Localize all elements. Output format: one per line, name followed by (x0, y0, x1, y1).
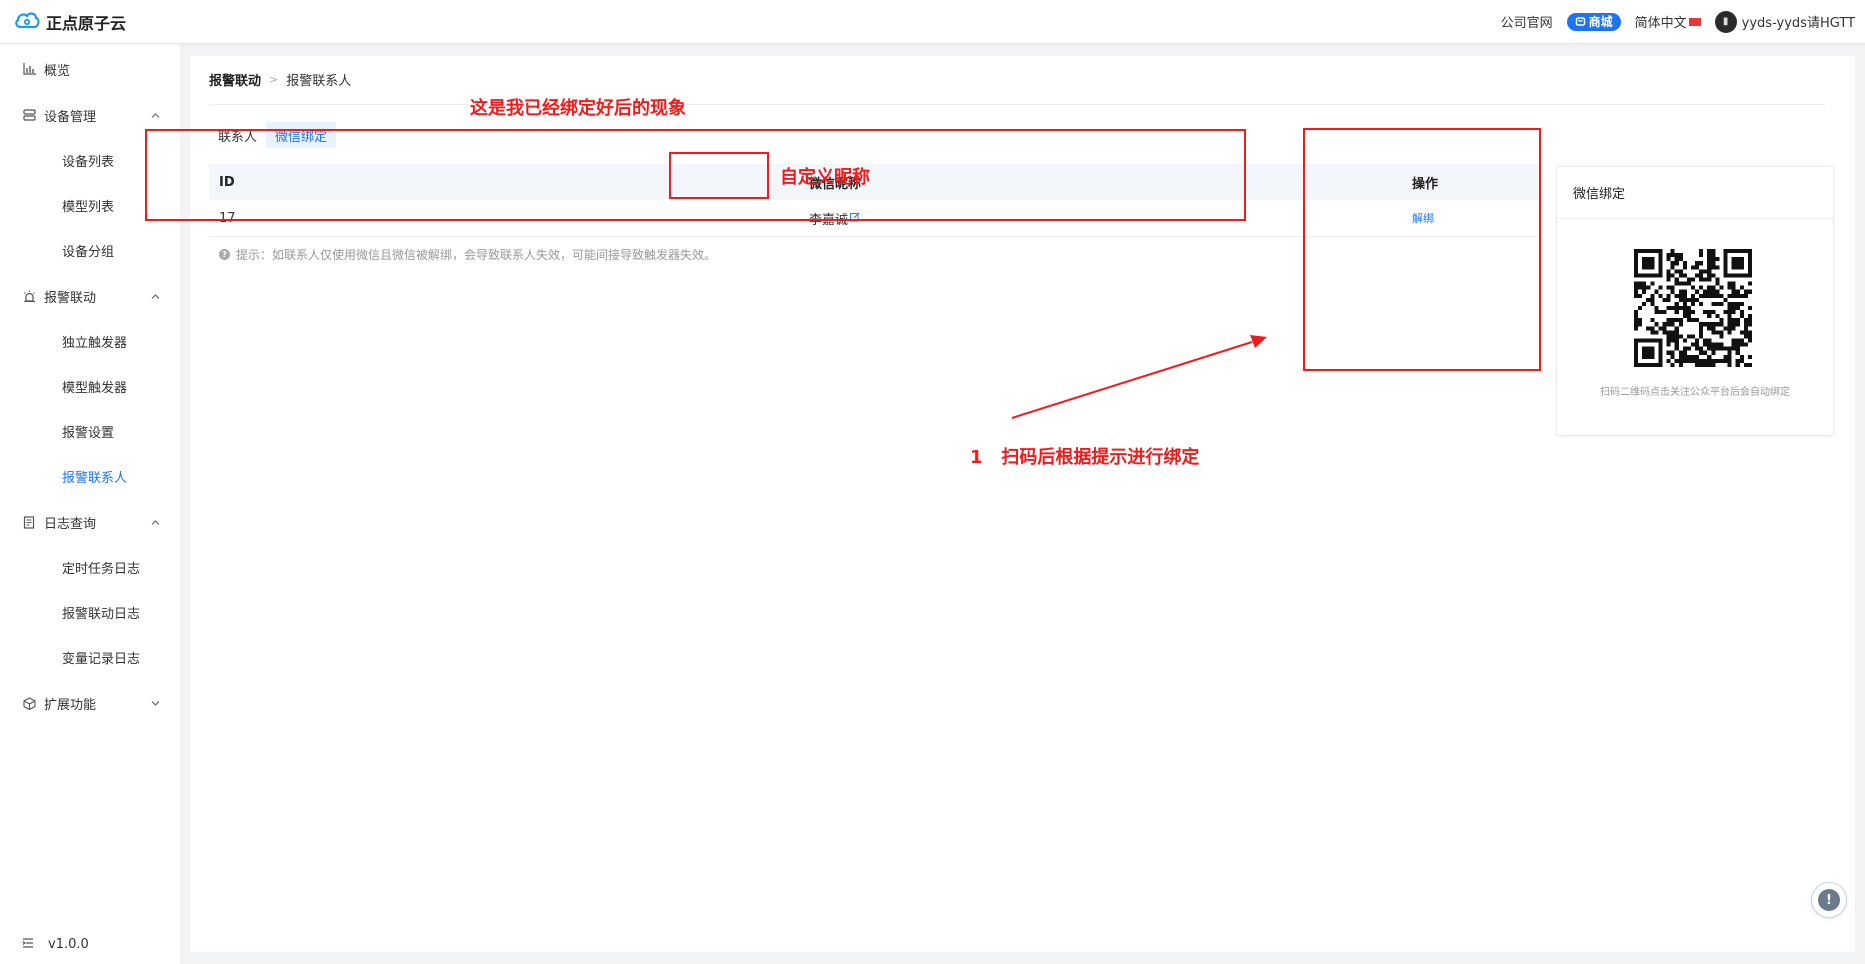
cell-action: 解绑 (1409, 210, 1539, 226)
wechat-bind-card: 微信绑定 扫码二维码点击关注公众平台后会自动绑定 (1556, 166, 1834, 436)
username: yyds-yyds请HGTT (1741, 16, 1855, 31)
breadcrumb-separator-icon: > (269, 73, 279, 86)
cell-id: 17 (219, 210, 236, 226)
sidebar-item-alarm-log[interactable]: 报警联动日志 (0, 590, 180, 635)
sidebar-item-independent-trigger[interactable]: 独立触发器 (0, 319, 180, 364)
breadcrumb: 报警联动 > 报警联系人 (209, 70, 351, 89)
sidebar-group-alarm[interactable]: 报警联动 (0, 273, 180, 319)
question-icon: ? (219, 249, 230, 260)
help-button[interactable]: ! (1811, 882, 1847, 918)
sidebar-item-alarm-settings[interactable]: 报警设置 (0, 409, 180, 454)
chevron-up-icon (151, 289, 160, 304)
annotation-scan-note: 1 扫码后根据提示进行绑定 (970, 447, 1200, 468)
table-header: ID 微信昵称 操作 (209, 164, 1539, 200)
tab-wechat-bind[interactable]: 微信绑定 (266, 122, 337, 148)
shop-button[interactable]: 商城 (1566, 12, 1621, 31)
sidebar-item-var-log[interactable]: 变量记录日志 (0, 635, 180, 680)
sidebar: 概览 设备管理 设备列表 模型列表 设备分组 报警联动 独立触发器 模型触发器 … (0, 44, 180, 964)
edit-icon[interactable] (850, 212, 860, 225)
sidebar-group-extensions[interactable]: 扩展功能 (0, 680, 180, 726)
chevron-down-icon (151, 696, 160, 711)
china-flag-icon (1688, 17, 1701, 26)
sidebar-group-device-mgmt[interactable]: 设备管理 (0, 92, 180, 138)
language-label: 简体中文 (1634, 16, 1687, 31)
sidebar-item-model-list[interactable]: 模型列表 (0, 183, 180, 228)
wechat-card-caption: 扫码二维码点击关注公众平台后会自动绑定 (1600, 387, 1790, 398)
sidebar-item-device-list[interactable]: 设备列表 (0, 138, 180, 183)
wechat-card-title: 微信绑定 (1557, 167, 1833, 219)
sidebar-item-overview[interactable]: 概览 (0, 46, 180, 92)
annotation-bound-note: 这是我已经绑定好后的现象 (470, 98, 686, 119)
annotation-nickname-note: 自定义昵称 (780, 167, 870, 188)
user-menu[interactable]: ▮ yyds-yyds请HGTT (1714, 10, 1855, 33)
divider (209, 104, 1825, 105)
sidebar-label: 扩展功能 (44, 697, 97, 713)
table-row: 17 李嘉诚 解绑 (209, 200, 1539, 237)
column-header-action: 操作 (1412, 176, 1439, 192)
top-header: 正点原子云 公司官网 商城 简体中文 ▮ yyds-yyds请HGTT (0, 0, 1865, 44)
breadcrumb-contacts: 报警联系人 (286, 74, 352, 89)
info-icon: ! (1818, 889, 1840, 911)
server-icon (22, 108, 36, 122)
collapse-menu-icon[interactable] (22, 937, 34, 952)
company-site-link[interactable]: 公司官网 (1501, 12, 1553, 31)
brand[interactable]: 正点原子云 (14, 10, 126, 34)
sidebar-label: 概览 (44, 63, 71, 79)
cell-nickname: 李嘉诚 (809, 209, 1409, 228)
alarm-icon (22, 289, 36, 303)
bar-chart-icon (22, 62, 36, 76)
version-bar: v1.0.0 (22, 937, 89, 952)
sidebar-item-task-log[interactable]: 定时任务日志 (0, 545, 180, 590)
nickname-text: 李嘉诚 (809, 212, 849, 228)
chevron-up-icon (151, 515, 160, 530)
log-icon (22, 515, 36, 529)
tab-contacts[interactable]: 联系人 (209, 122, 266, 148)
breadcrumb-alarm[interactable]: 报警联动 (209, 70, 261, 89)
brand-name: 正点原子云 (46, 13, 127, 33)
wechat-bind-table: ID 微信昵称 操作 17 李嘉诚 解绑 (209, 164, 1539, 237)
shop-bag-icon (1575, 15, 1586, 29)
sidebar-item-model-trigger[interactable]: 模型触发器 (0, 364, 180, 409)
sidebar-item-alarm-contacts[interactable]: 报警联系人 (0, 454, 180, 499)
main-content: 报警联动 > 报警联系人 联系人 微信绑定 ID 微信昵称 操作 17 李嘉诚 … (190, 56, 1855, 952)
avatar: ▮ (1714, 10, 1737, 33)
column-header-id: ID (219, 174, 235, 190)
column-header-nickname: 微信昵称 (809, 176, 862, 192)
chevron-up-icon (151, 108, 160, 123)
language-select[interactable]: 简体中文 (1635, 12, 1701, 31)
sidebar-group-log-query[interactable]: 日志查询 (0, 499, 180, 545)
tip-message: 提示：如联系人仅使用微信且微信被解绑，会导致联系人失效，可能间接导致触发器失效。 (236, 248, 717, 262)
sidebar-item-device-group[interactable]: 设备分组 (0, 228, 180, 273)
qr-code-icon (1634, 249, 1752, 367)
tabs: 联系人 微信绑定 (209, 122, 337, 148)
shop-label: 商城 (1588, 15, 1613, 29)
sidebar-label: 设备管理 (44, 109, 97, 125)
cube-icon (22, 696, 36, 710)
cloud-logo-icon (14, 10, 40, 34)
sidebar-label: 报警联动 (44, 290, 97, 306)
tip-text: ? 提示：如联系人仅使用微信且微信被解绑，会导致联系人失效，可能间接导致触发器失… (219, 246, 716, 263)
sidebar-label: 日志查询 (44, 516, 97, 532)
version-label: v1.0.0 (48, 937, 89, 952)
unbind-link[interactable]: 解绑 (1412, 212, 1434, 225)
